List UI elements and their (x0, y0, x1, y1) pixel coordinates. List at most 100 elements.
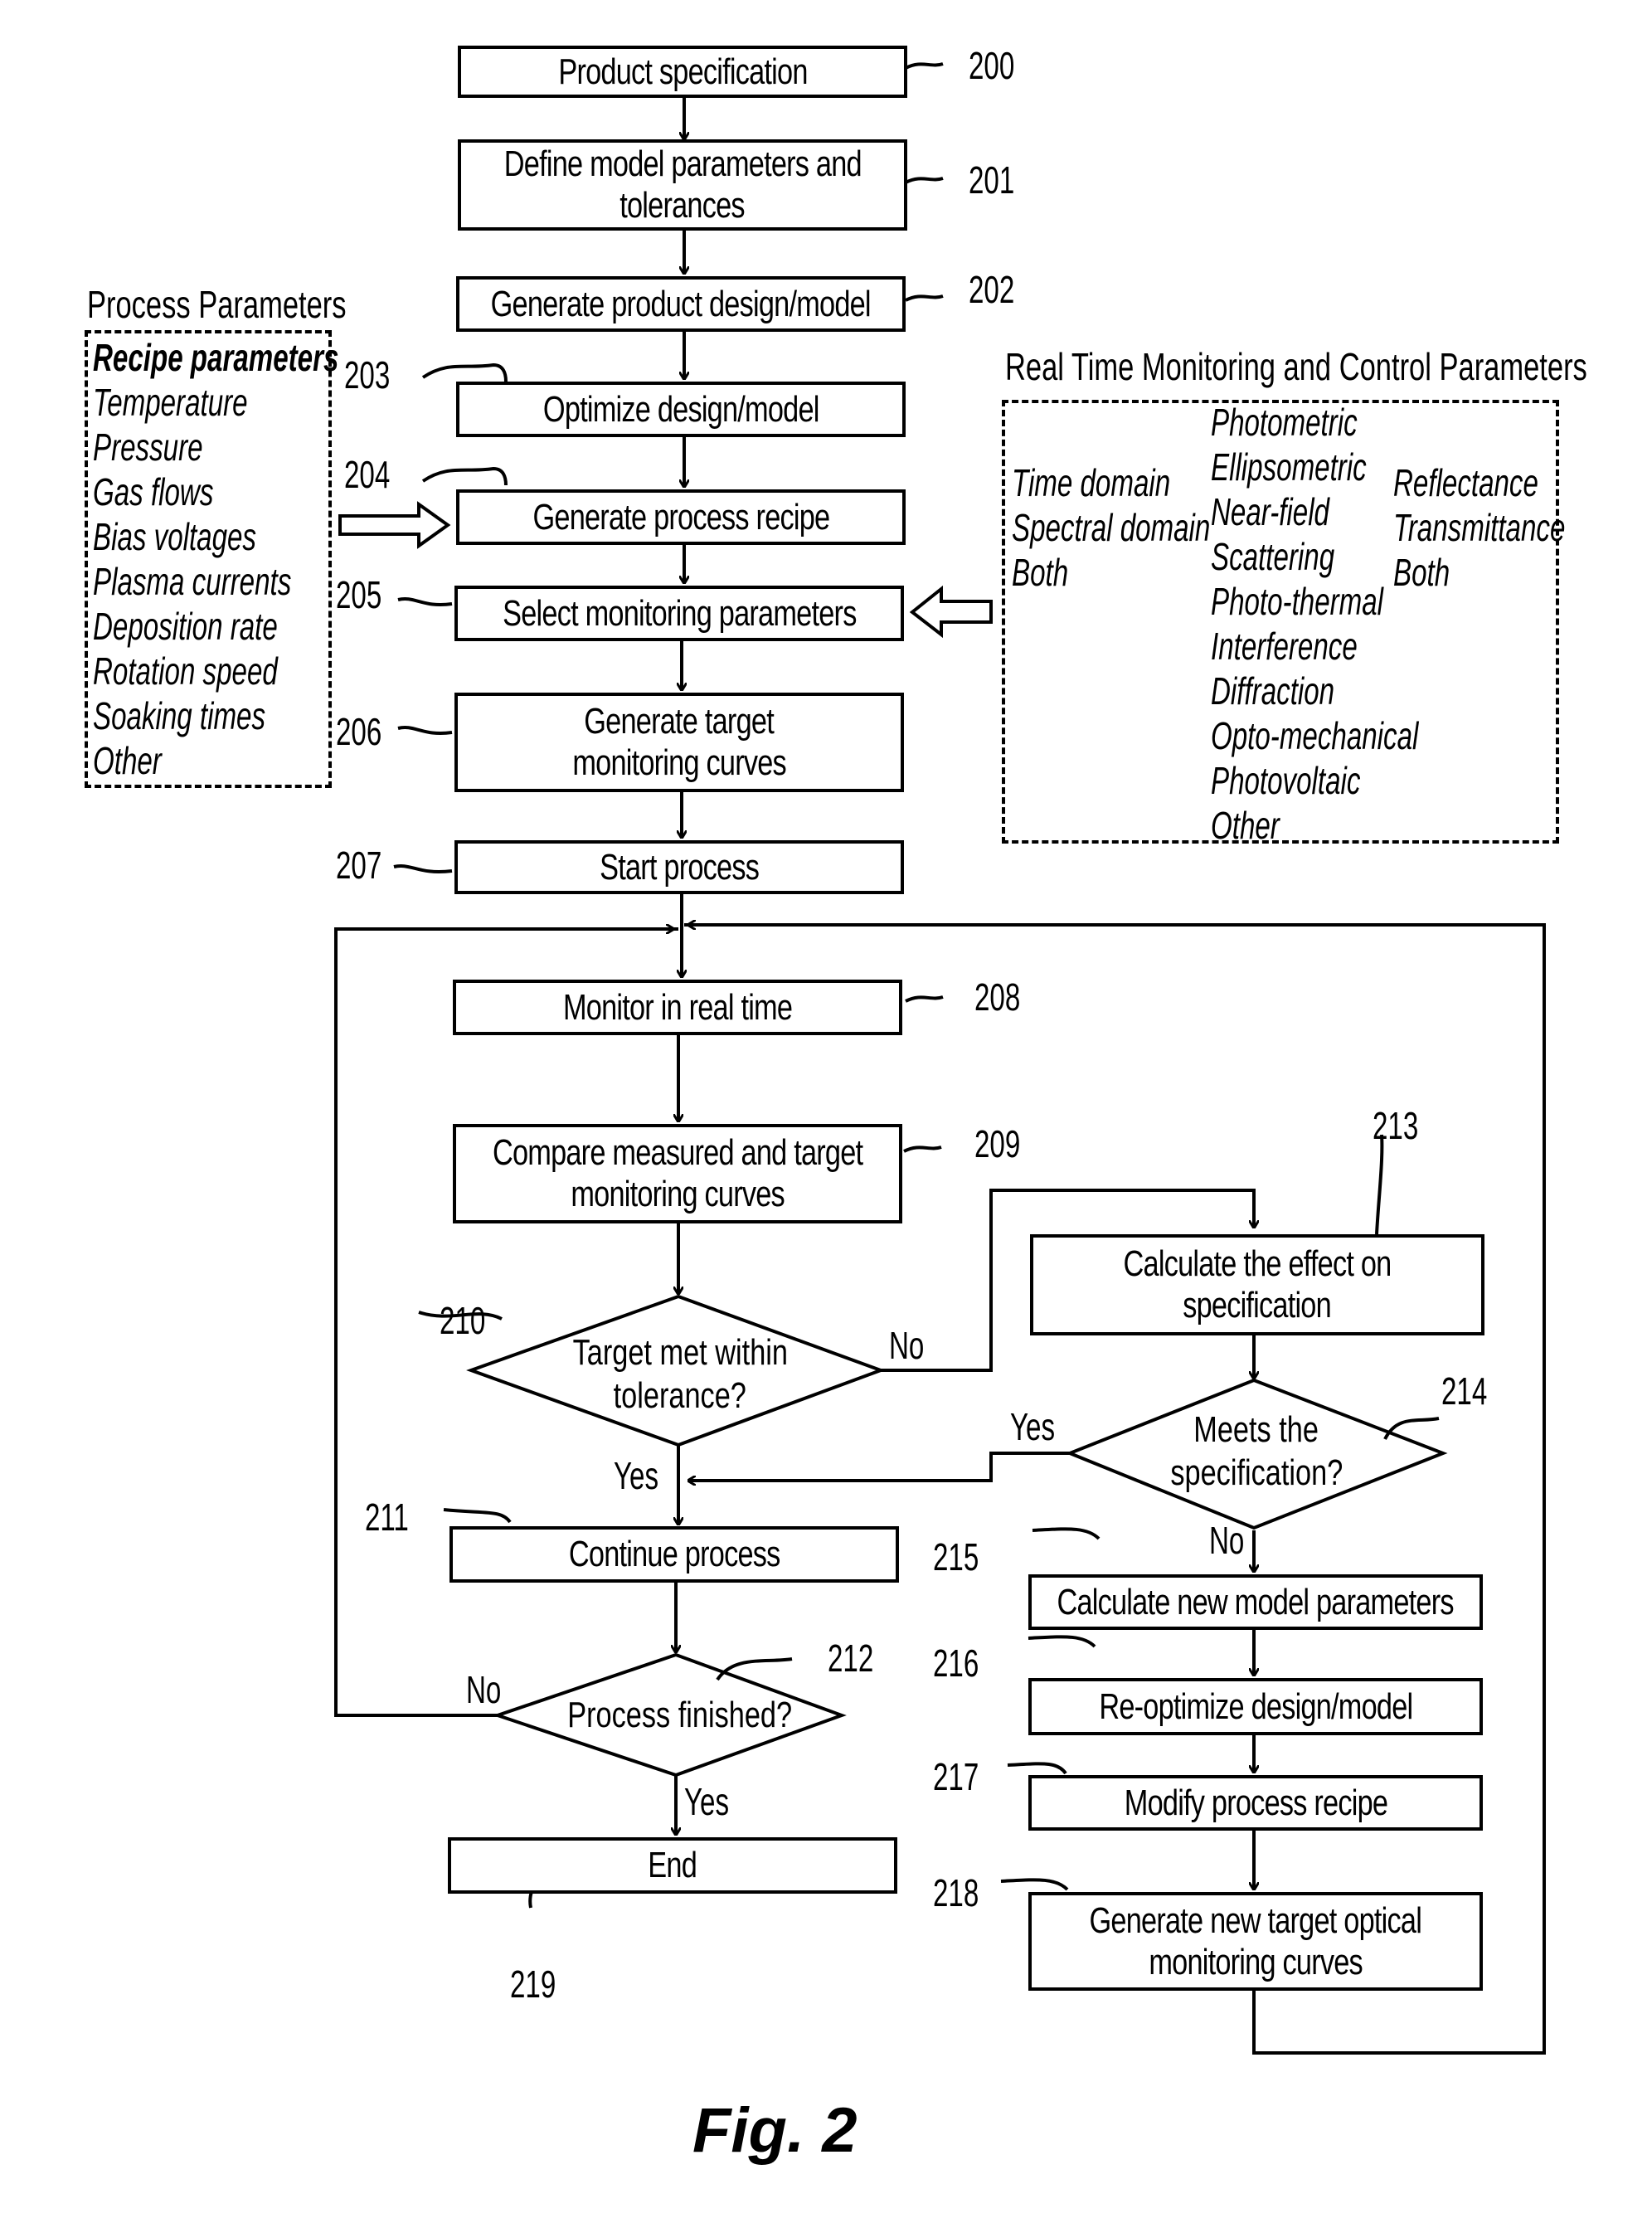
ref-214: 214 (1441, 1369, 1488, 1413)
decision-label: specification? (1170, 1452, 1343, 1493)
step-label: Generate new target optical (1089, 1899, 1422, 1941)
monitoring-method-item: Opto-mechanical (1211, 714, 1419, 757)
monitoring-method-item: Photo-thermal (1211, 580, 1384, 623)
decision-212-yes: Yes (684, 1780, 730, 1823)
step-209-box: Compare measured and target monitoring cu… (453, 1124, 902, 1223)
monitoring-mode-item: Transmittance (1393, 506, 1566, 549)
step-label: Select monitoring parameters (502, 592, 857, 634)
decision-210: Target met within tolerance? (514, 1331, 846, 1418)
step-205-box: Select monitoring parameters (454, 586, 904, 641)
process-parameter-item: Deposition rate (93, 605, 278, 648)
step-206-box: Generate target monitoring curves (454, 693, 904, 792)
ref-203: 203 (344, 353, 391, 396)
decision-214-no: No (1209, 1519, 1245, 1562)
ref-200: 200 (969, 44, 1015, 87)
decision-label: Meets the (1193, 1409, 1319, 1450)
decision-214: Meets the specification? (1091, 1408, 1422, 1495)
figure-caption: Fig. 2 (692, 2095, 858, 2166)
step-label: Calculate the effect on (1123, 1243, 1392, 1284)
step-label: monitoring curves (571, 1174, 785, 1214)
ref-208: 208 (974, 975, 1021, 1019)
ref-216: 216 (933, 1642, 979, 1685)
step-215-box: Calculate new model parameters (1028, 1574, 1483, 1630)
ref-209: 209 (974, 1122, 1021, 1165)
ref-213: 213 (1373, 1104, 1419, 1147)
step-label: Start process (599, 846, 760, 888)
step-218-box: Generate new target optical monitoring cu… (1028, 1892, 1483, 1991)
step-label: specification (1183, 1285, 1333, 1325)
process-parameter-item: Other (93, 739, 162, 782)
process-parameter-item: Soaking times (93, 694, 266, 737)
ref-205: 205 (336, 573, 382, 616)
decision-212-no: No (466, 1668, 502, 1711)
step-label: End (648, 1845, 698, 1885)
step-label: tolerances (620, 185, 746, 226)
process-parameter-item: Rotation speed (93, 649, 278, 693)
step-219-box: End (448, 1837, 897, 1894)
monitoring-domain-item: Spectral domain (1012, 506, 1211, 549)
monitoring-domain-item: Both (1012, 551, 1069, 594)
ref-211: 211 (365, 1496, 409, 1539)
step-201-box: Define model parameters and tolerances (458, 139, 907, 231)
step-label: Compare measured and target (492, 1132, 863, 1173)
step-label: Generate product design/model (490, 283, 872, 324)
ref-219: 219 (510, 1963, 556, 2006)
step-label: Modify process recipe (1124, 1782, 1387, 1823)
step-label: Continue process (568, 1534, 780, 1574)
step-label: monitoring curves (1149, 1941, 1363, 1982)
step-label: Optimize design/model (542, 388, 819, 430)
step-label: monitoring curves (572, 742, 786, 783)
process-parameter-item: Bias voltages (93, 515, 256, 558)
monitoring-method-item: Scattering (1211, 535, 1335, 578)
ref-215: 215 (933, 1535, 979, 1578)
step-216-box: Re-optimize design/model (1028, 1678, 1483, 1735)
step-label: Product specification (557, 51, 808, 92)
step-207-box: Start process (454, 840, 904, 894)
step-208-box: Monitor in real time (453, 980, 902, 1035)
monitoring-parameters-title: Real Time Monitoring and Control Paramet… (1005, 345, 1587, 388)
process-parameters-title: Process Parameters (87, 283, 347, 326)
ref-204: 204 (344, 453, 391, 496)
monitoring-method-item: Diffraction (1211, 669, 1335, 713)
monitoring-mode-item: Both (1393, 551, 1450, 594)
process-parameter-item: Gas flows (93, 470, 214, 513)
decision-214-yes: Yes (1010, 1405, 1056, 1448)
ref-212: 212 (828, 1637, 874, 1680)
process-parameter-item: Plasma currents (93, 560, 292, 603)
step-211-box: Continue process (449, 1526, 899, 1583)
ref-206: 206 (336, 710, 382, 753)
decision-label: Process finished? (567, 1695, 793, 1735)
decision-212: Process finished? (514, 1694, 846, 1737)
monitoring-method-item: Ellipsometric (1211, 445, 1367, 489)
step-213-box: Calculate the effect on specification (1030, 1234, 1484, 1335)
step-label: Define model parameters and (503, 143, 862, 184)
process-parameter-item: Temperature (93, 381, 248, 424)
step-204-box: Generate process recipe (456, 489, 906, 545)
step-label: Generate target (584, 701, 775, 742)
step-label: Monitor in real time (562, 986, 793, 1028)
monitoring-domain-item: Time domain (1012, 461, 1171, 504)
ref-201: 201 (969, 158, 1015, 202)
monitoring-method-item: Other (1211, 804, 1280, 847)
ref-207: 207 (336, 844, 382, 887)
ref-202: 202 (969, 268, 1015, 311)
decision-label: tolerance? (613, 1375, 747, 1416)
ref-218: 218 (933, 1871, 979, 1914)
monitoring-method-item: Photometric (1211, 401, 1358, 444)
ref-217: 217 (933, 1755, 979, 1798)
step-label: Calculate new model parameters (1057, 1581, 1455, 1622)
step-202-box: Generate product design/model (456, 276, 906, 332)
monitoring-method-item: Photovoltaic (1211, 759, 1361, 802)
process-parameter-item: Pressure (93, 426, 203, 469)
decision-210-yes: Yes (614, 1454, 659, 1497)
monitoring-method-item: Interference (1211, 625, 1358, 668)
step-label: Generate process recipe (532, 496, 830, 537)
step-200-box: Product specification (458, 46, 907, 98)
process-parameter-item: Recipe parameters (93, 336, 339, 379)
monitoring-mode-item: Reflectance (1393, 461, 1538, 504)
step-203-box: Optimize design/model (456, 382, 906, 437)
decision-label: Target met within (572, 1332, 788, 1373)
decision-210-no: No (889, 1324, 925, 1367)
ref-210: 210 (440, 1299, 486, 1342)
monitoring-method-item: Near-field (1211, 490, 1329, 533)
